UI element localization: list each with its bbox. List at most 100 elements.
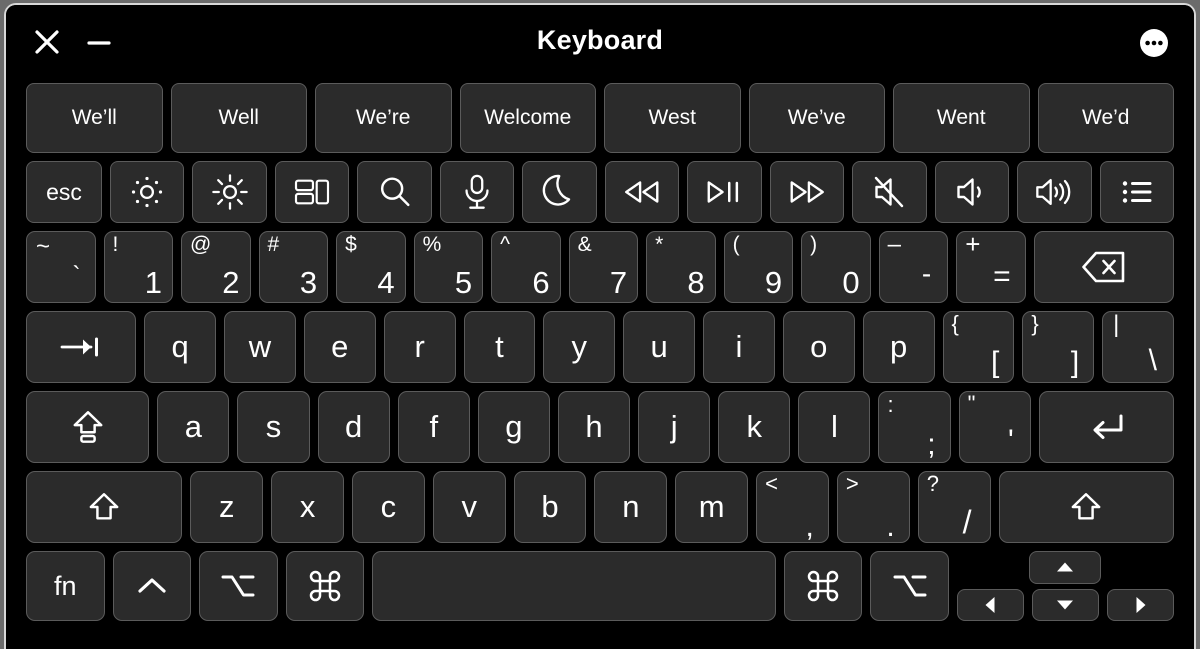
suggestion-6[interactable]: Went: [893, 83, 1030, 153]
key-option-right[interactable]: [870, 551, 949, 621]
key-arrow-right[interactable]: [1106, 588, 1175, 621]
key-y[interactable]: y: [543, 311, 616, 383]
key-o[interactable]: o: [782, 311, 855, 383]
key-i[interactable]: i: [703, 311, 775, 383]
key-k[interactable]: k: [718, 391, 791, 463]
key-d[interactable]: d: [317, 391, 390, 463]
key-l[interactable]: l: [798, 391, 871, 463]
key-period[interactable]: > .: [836, 471, 910, 543]
key-option-left[interactable]: [199, 551, 278, 621]
key-command-right[interactable]: [783, 551, 863, 621]
key-z[interactable]: z: [190, 471, 264, 543]
key-tab[interactable]: [26, 311, 137, 383]
more-options-icon[interactable]: [1138, 27, 1170, 59]
key-m[interactable]: m: [675, 471, 749, 543]
keyboard-keys: We’ll Well We’re Welcome West We’ve Went…: [6, 83, 1194, 621]
suggestion-2[interactable]: We’re: [315, 83, 452, 153]
key-slash[interactable]: ? /: [917, 471, 991, 543]
key-volume-down[interactable]: [934, 161, 1010, 223]
key-arrow-left[interactable]: [956, 588, 1024, 621]
key-caps-lock[interactable]: [26, 391, 150, 463]
key-control-left[interactable]: [112, 551, 192, 621]
key-6[interactable]: ^ 6: [491, 231, 561, 303]
arrow-cluster-top: [957, 551, 1174, 584]
key-s[interactable]: s: [237, 391, 310, 463]
key-a[interactable]: a: [157, 391, 230, 463]
key-c[interactable]: c: [352, 471, 425, 543]
key-p[interactable]: p: [862, 311, 935, 383]
suggestion-1[interactable]: Well: [170, 83, 307, 153]
key-list[interactable]: [1099, 161, 1175, 223]
key-w[interactable]: w: [224, 311, 296, 383]
key-comma[interactable]: < ,: [756, 471, 829, 543]
key-mute[interactable]: [852, 161, 927, 223]
key-volume-up[interactable]: [1017, 161, 1092, 223]
key-1[interactable]: ! 1: [103, 231, 174, 303]
key-right-shift[interactable]: [998, 471, 1174, 543]
key-x[interactable]: x: [271, 471, 344, 543]
key-v[interactable]: v: [432, 471, 506, 543]
key-r[interactable]: r: [383, 311, 456, 383]
key-delete[interactable]: [1033, 231, 1175, 303]
key-0[interactable]: ) 0: [801, 231, 871, 303]
key-4[interactable]: $ 4: [336, 231, 406, 303]
key-brightness-down[interactable]: [109, 161, 185, 223]
fast-forward-icon: [786, 178, 828, 206]
key-e[interactable]: e: [303, 311, 376, 383]
suggestion-7[interactable]: We’d: [1037, 83, 1174, 153]
suggestion-4[interactable]: West: [604, 83, 741, 153]
key-7[interactable]: & 7: [568, 231, 639, 303]
key-9[interactable]: ( 9: [723, 231, 794, 303]
key-q[interactable]: q: [144, 311, 217, 383]
key-f[interactable]: f: [397, 391, 470, 463]
key-t[interactable]: t: [463, 311, 536, 383]
suggestion-0[interactable]: We’ll: [26, 83, 163, 153]
key-bracket-left[interactable]: { [: [942, 311, 1015, 383]
key-u[interactable]: u: [623, 311, 696, 383]
key-semicolon[interactable]: : ;: [878, 391, 951, 463]
key-fast-forward[interactable]: [769, 161, 845, 223]
key-grave[interactable]: ~ `: [26, 231, 96, 303]
key-backslash[interactable]: | \: [1102, 311, 1174, 383]
key-left-shift[interactable]: [26, 471, 183, 543]
list-icon: [1120, 177, 1154, 207]
key-8[interactable]: * 8: [646, 231, 716, 303]
key-spotlight-search[interactable]: [357, 161, 432, 223]
key-label: k: [746, 409, 763, 444]
key-space[interactable]: [372, 551, 776, 621]
key-label: c: [380, 489, 397, 524]
suggestion-5[interactable]: We’ve: [748, 83, 885, 153]
suggestion-3[interactable]: Welcome: [459, 83, 596, 153]
key-shifted-label: &: [577, 233, 592, 256]
key-3[interactable]: # 3: [258, 231, 329, 303]
key-label: g: [505, 409, 523, 444]
key-fn[interactable]: fn: [26, 551, 105, 621]
key-dictation[interactable]: [439, 161, 515, 223]
key-h[interactable]: h: [557, 391, 631, 463]
key-arrow-down[interactable]: [1031, 588, 1099, 621]
key-play-pause[interactable]: [687, 161, 762, 223]
key-do-not-disturb[interactable]: [522, 161, 597, 223]
key-return[interactable]: [1038, 391, 1174, 463]
key-arrow-up[interactable]: [1029, 551, 1102, 584]
key-b[interactable]: b: [513, 471, 587, 543]
key-brightness-up[interactable]: [192, 161, 267, 223]
key-j[interactable]: j: [638, 391, 711, 463]
key-bracket-right[interactable]: } ]: [1022, 311, 1095, 383]
key-5[interactable]: % 5: [413, 231, 484, 303]
key-mission-control[interactable]: [274, 161, 350, 223]
key-rewind[interactable]: [604, 161, 680, 223]
key-minus[interactable]: – -: [878, 231, 949, 303]
key-shifted-label: ": [967, 391, 976, 416]
title-bar: Keyboard: [6, 5, 1194, 77]
key-2[interactable]: @ 2: [181, 231, 251, 303]
key-equal[interactable]: + =: [956, 230, 1026, 303]
key-g[interactable]: g: [477, 391, 550, 463]
key-n[interactable]: n: [594, 471, 668, 543]
key-command-left[interactable]: [285, 551, 365, 621]
arrow-left-icon: [983, 595, 997, 615]
arrow-up-icon: [1055, 560, 1075, 574]
key-shifted-label: #: [267, 233, 280, 256]
key-esc[interactable]: esc: [26, 161, 102, 223]
key-quote[interactable]: " ': [958, 391, 1031, 463]
